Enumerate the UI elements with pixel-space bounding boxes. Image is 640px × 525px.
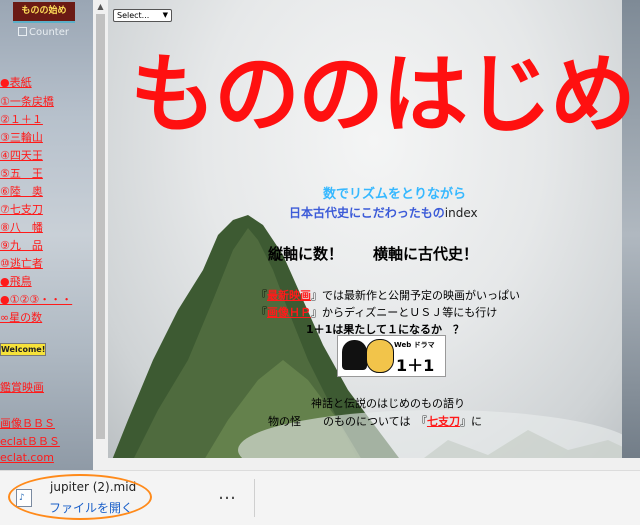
mononoke-suffix: 』に xyxy=(459,415,482,428)
chevron-down-icon: ▼ xyxy=(162,11,168,19)
subtitle-text: 日本古代史にこだわったもの xyxy=(289,206,445,220)
character-black-icon xyxy=(342,340,367,370)
image-hp-line-text: 』からディズニーとＵＳＪ等にも行け xyxy=(311,306,498,319)
select-value: Select... xyxy=(117,11,150,20)
nav-item-hachiman[interactable]: ⑧八 幡 xyxy=(0,219,43,235)
highlight-oval xyxy=(8,474,152,520)
image-hp-link[interactable]: 画像ＨＰ xyxy=(267,306,311,319)
mononoke-line: 物の怪 のものについては 『七支刀』に xyxy=(268,413,482,429)
movie-line: 『最新映画』では最新作と公開予定の映画がいっぱい xyxy=(256,287,520,303)
nav-item-eclat-com[interactable]: eclat.com xyxy=(0,451,54,464)
slogan: 縦軸に数！ 横軸に古代史！ xyxy=(268,245,479,263)
latest-movies-link[interactable]: 最新映画 xyxy=(267,289,311,302)
nav-item-movies[interactable]: 鑑賞映画 xyxy=(0,379,44,395)
nav-item-go-o[interactable]: ⑤五 王 xyxy=(0,165,43,181)
nav-item-numbers[interactable]: ●①②③・・・ xyxy=(0,291,72,307)
nav-item-image-bbs[interactable]: 画像ＢＢＳ xyxy=(0,415,55,431)
more-options-button[interactable]: … xyxy=(218,483,237,504)
mononoke-text: 物の怪 のものについては 『 xyxy=(268,415,427,428)
subtitle-rhythm: 数でリズムをとりながら xyxy=(323,187,467,202)
broken-image-icon xyxy=(18,27,27,36)
shichishito-link[interactable]: 七支刀 xyxy=(427,415,460,428)
nav-item-kuhon[interactable]: ⑨九 品 xyxy=(0,237,43,253)
web-drama-title: 1＋1 xyxy=(396,356,435,375)
site-logo[interactable]: ものの始め xyxy=(13,2,75,23)
nav-item-shitenno[interactable]: ④四天王 xyxy=(0,147,43,163)
web-drama-banner[interactable]: Web ドラマ 1＋1 xyxy=(337,335,446,377)
counter-image: Counter xyxy=(18,27,69,38)
nav-item-1plus1[interactable]: ②１＋１ xyxy=(0,111,43,127)
logo-text: ものの始め xyxy=(21,6,67,16)
bracket: 『 xyxy=(256,289,267,302)
site-title: もののはじめ xyxy=(130,45,636,145)
welcome-banner[interactable]: Welcome! xyxy=(0,343,46,356)
divider xyxy=(254,479,255,517)
image-hp-line: 『画像ＨＰ』からディズニーとＵＳＪ等にも行け xyxy=(256,304,497,320)
left-frame-scrollbar[interactable]: ▲ ▼ xyxy=(93,0,108,470)
main-frame: Select... ▼ もののはじめ 数でリズムをとりながら 日本古代史にこだわっ… xyxy=(108,0,640,470)
nav-item-ichijo[interactable]: ①一条戻橋 xyxy=(0,93,54,109)
nav-item-asuka[interactable]: ●飛鳥 xyxy=(0,273,32,289)
nav-item-eclat-bbs[interactable]: eclatＢＢＳ xyxy=(0,433,60,449)
nav-item-shichishito[interactable]: ⑦七支刀 xyxy=(0,201,43,217)
nav-item-cover[interactable]: ●表紙 xyxy=(0,74,32,90)
myth-legend-line: 神話と伝説のはじめのもの語り xyxy=(311,397,465,410)
character-yellow-icon xyxy=(366,339,394,373)
nav-item-stars[interactable]: ∞星の数 xyxy=(0,309,42,325)
bracket: 『 xyxy=(256,306,267,319)
counter-alt-text: Counter xyxy=(29,27,69,38)
index-label: index xyxy=(444,206,478,220)
subtitle-ancient-history: 日本古代史にこだわったものindex xyxy=(289,204,478,221)
left-frame: ものの始め Counter ●表紙 ①一条戻橋 ②１＋１ ③三輪山 ④四天王 ⑤… xyxy=(0,0,93,470)
nav-item-mutsu[interactable]: ⑥陸 奥 xyxy=(0,183,43,199)
scroll-thumb[interactable] xyxy=(96,14,105,439)
page-select-dropdown[interactable]: Select... ▼ xyxy=(113,9,172,22)
scroll-up-icon[interactable]: ▲ xyxy=(93,0,108,14)
nav-item-miwa[interactable]: ③三輪山 xyxy=(0,129,43,145)
movie-line-text: 』では最新作と公開予定の映画がいっぱい xyxy=(311,289,520,302)
horizontal-scrollbar[interactable] xyxy=(93,458,640,470)
nav-item-fugitive[interactable]: ⑩逃亡者 xyxy=(0,255,43,271)
web-drama-label: Web ドラマ xyxy=(394,341,435,349)
